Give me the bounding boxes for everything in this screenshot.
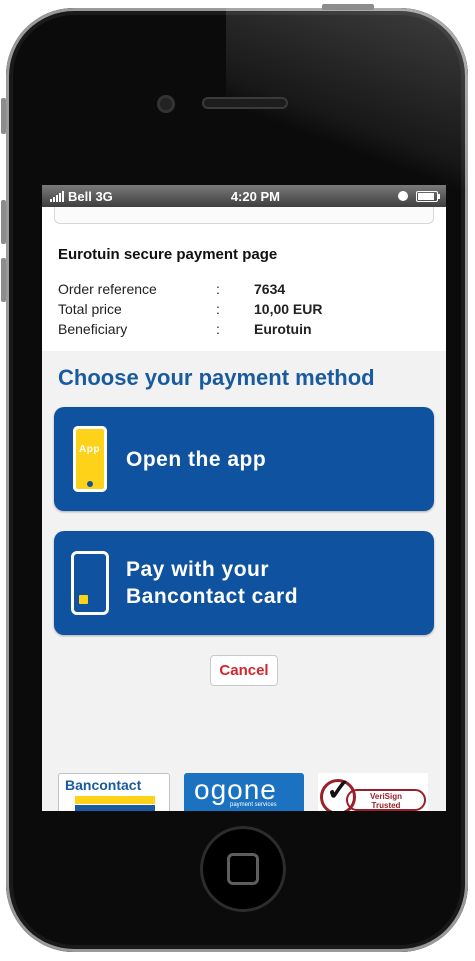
total-price-row: Total price : 10,00 EUR bbox=[58, 301, 323, 317]
status-bar: Bell 3G 4:20 PM bbox=[42, 185, 446, 207]
battery-icon bbox=[416, 190, 440, 202]
smartphone-app-icon: App bbox=[73, 426, 107, 492]
earpiece-speaker bbox=[202, 97, 288, 109]
payment-method-heading: Choose your payment method bbox=[58, 365, 375, 390]
clock: 4:20 PM bbox=[230, 188, 280, 204]
pay-with-card-button[interactable]: Pay with your Bancontact card bbox=[54, 531, 434, 635]
volume-down-button bbox=[1, 258, 6, 302]
open-app-button[interactable]: App Open the app bbox=[54, 407, 434, 511]
pay-card-label-line1: Pay with your bbox=[126, 558, 270, 581]
volume-up-button bbox=[1, 200, 6, 244]
signal-icon bbox=[50, 190, 64, 202]
bank-card-icon bbox=[71, 551, 109, 615]
cancel-button[interactable]: Cancel bbox=[210, 655, 278, 686]
home-button[interactable] bbox=[200, 826, 286, 912]
order-reference-row: Order reference : 7634 bbox=[58, 281, 286, 297]
order-info: Eurotuin secure payment page Order refer… bbox=[42, 224, 446, 339]
power-button bbox=[322, 4, 374, 10]
mute-switch bbox=[1, 98, 6, 134]
phone-frame: Bell 3G 4:20 PM Eurotuin secure payment … bbox=[6, 8, 468, 952]
open-app-label: Open the app bbox=[126, 447, 267, 471]
front-camera bbox=[157, 95, 175, 113]
phone-screen: Bell 3G 4:20 PM Eurotuin secure payment … bbox=[42, 185, 446, 811]
page-title: Eurotuin secure payment page bbox=[58, 246, 278, 263]
carrier-label: Bell 3G bbox=[68, 188, 113, 204]
partner-logos: Bancontact ogone payment services ✓ Veri… bbox=[42, 773, 446, 811]
pay-card-label-line2: Bancontact card bbox=[126, 585, 299, 608]
ogone-logo: ogone payment services bbox=[184, 773, 304, 811]
beneficiary-row: Beneficiary : Eurotuin bbox=[58, 321, 312, 337]
previous-card-edge bbox=[54, 207, 434, 224]
rotation-lock-icon bbox=[398, 191, 408, 201]
verisign-logo: ✓ VeriSign Trusted bbox=[318, 773, 428, 811]
bancontact-logo: Bancontact bbox=[58, 773, 170, 811]
payment-method-section: Choose your payment method App Open the … bbox=[42, 351, 446, 811]
